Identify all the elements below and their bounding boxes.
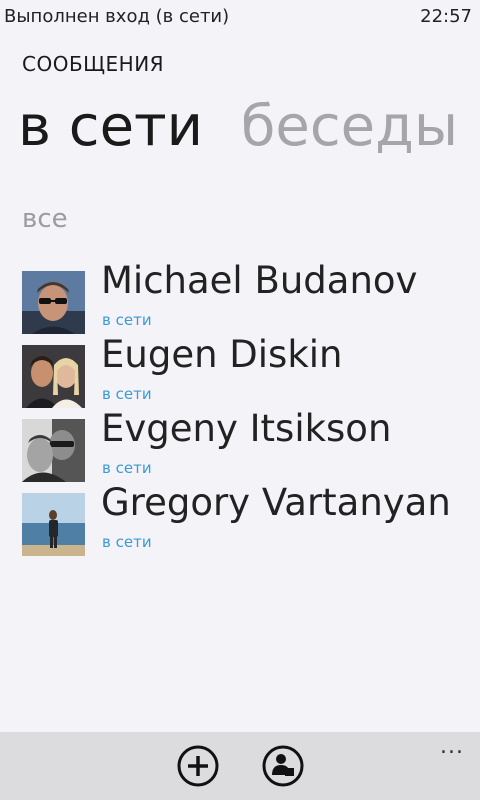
app-title: СООБЩЕНИЯ: [22, 52, 165, 76]
pivot-header: в сети беседы: [18, 92, 478, 162]
sign-in-status: Выполнен вход (в сети): [4, 6, 230, 27]
contact-item[interactable]: Michael Budanov в сети: [22, 259, 480, 339]
contact-item[interactable]: Evgeny Itsikson в сети: [22, 407, 480, 487]
avatar: [22, 419, 85, 482]
avatar: [22, 271, 85, 334]
clock: 22:57: [420, 6, 472, 27]
contact-status: в сети: [102, 311, 152, 329]
contact-icon: [262, 745, 304, 787]
contact-button[interactable]: [261, 744, 305, 788]
contact-status: в сети: [102, 459, 152, 477]
tab-online[interactable]: в сети: [18, 92, 203, 162]
contact-name: Michael Budanov: [101, 259, 418, 302]
user-photo-icon: [22, 493, 85, 556]
app-bar: ...: [0, 732, 480, 800]
contact-name: Gregory Vartanyan: [101, 481, 451, 524]
contact-item[interactable]: Eugen Diskin в сети: [22, 333, 480, 413]
contact-name: Evgeny Itsikson: [101, 407, 392, 450]
more-options-button[interactable]: ...: [440, 734, 464, 759]
contact-name: Eugen Diskin: [101, 333, 343, 376]
contact-status: в сети: [102, 533, 152, 551]
group-header: все: [22, 204, 68, 234]
tab-conversations[interactable]: беседы: [241, 92, 458, 162]
add-button[interactable]: [176, 744, 220, 788]
add-icon: [177, 745, 219, 787]
avatar: [22, 345, 85, 408]
contact-status: в сети: [102, 385, 152, 403]
status-bar: Выполнен вход (в сети) 22:57: [0, 0, 480, 32]
user-photo-icon: [22, 345, 85, 408]
contact-list: Michael Budanov в сети Eugen Diskin в се…: [22, 259, 480, 561]
user-photo-icon: [22, 271, 85, 334]
user-photo-icon: [22, 419, 85, 482]
avatar: [22, 493, 85, 556]
contact-item[interactable]: Gregory Vartanyan в сети: [22, 481, 480, 561]
